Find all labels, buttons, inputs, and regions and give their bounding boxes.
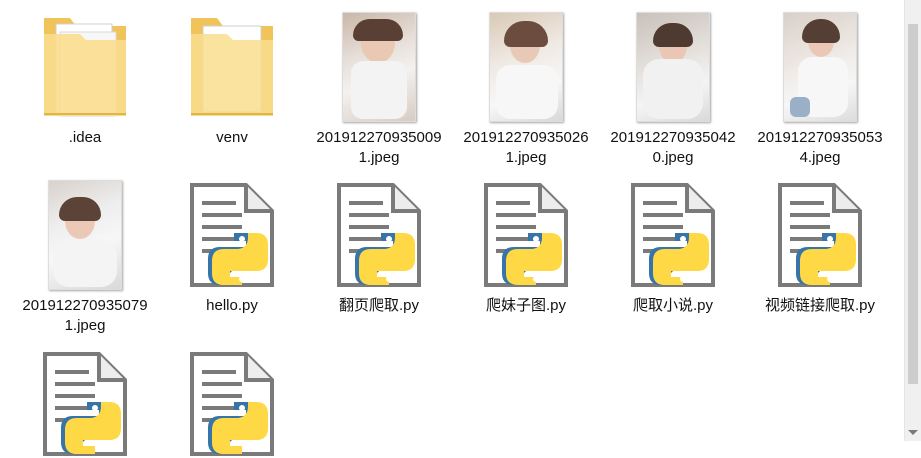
scrollbar-thumb[interactable] [908, 24, 918, 384]
image-thumbnail [314, 12, 444, 122]
file-name: 2019122709350791.jpeg [22, 297, 148, 334]
file-item[interactable]: 2019122709350420.jpeg [608, 8, 738, 168]
file-item[interactable]: 2019122709350091.jpeg [314, 8, 444, 168]
scroll-down-arrow-icon[interactable] [908, 430, 918, 435]
vertical-scrollbar[interactable] [904, 0, 921, 441]
file-item[interactable]: 2019122709350261.jpeg [461, 8, 591, 168]
image-thumbnail [20, 180, 150, 290]
file-name: 爬取小说.py [632, 297, 713, 314]
file-grid: .idea venv 2019122709350091.jpeg 2019122… [0, 0, 905, 456]
file-item[interactable] [167, 346, 297, 456]
python-file-icon [314, 180, 444, 290]
file-name: 爬妹子图.py [485, 297, 566, 314]
python-file-icon [20, 350, 150, 458]
file-name: venv [216, 129, 248, 146]
file-name: 2019122709350420.jpeg [610, 129, 736, 166]
file-name: 翻页爬取.py [338, 297, 419, 314]
python-file-icon [608, 180, 738, 290]
python-file-icon [755, 180, 885, 290]
file-item[interactable]: 视频链接爬取.py [755, 176, 885, 336]
file-item[interactable]: hello.py [167, 176, 297, 336]
file-name: 视频链接爬取.py [764, 297, 875, 314]
file-name: .idea [68, 129, 102, 146]
file-item[interactable] [20, 346, 150, 456]
folder-icon [167, 12, 297, 122]
file-item[interactable]: 翻页爬取.py [314, 176, 444, 336]
python-file-icon [461, 180, 591, 290]
image-thumbnail [461, 12, 591, 122]
file-item[interactable]: 爬妹子图.py [461, 176, 591, 336]
file-item[interactable]: venv [167, 8, 297, 168]
file-item[interactable]: 2019122709350791.jpeg [20, 176, 150, 336]
file-item[interactable]: 2019122709350534.jpeg [755, 8, 885, 168]
file-name: 2019122709350261.jpeg [463, 129, 589, 166]
file-item[interactable]: 爬取小说.py [608, 176, 738, 336]
file-name: 2019122709350534.jpeg [757, 129, 883, 166]
file-item[interactable]: .idea [20, 8, 150, 168]
file-name: hello.py [206, 297, 258, 314]
python-file-icon [167, 350, 297, 458]
file-name: 2019122709350091.jpeg [316, 129, 442, 166]
image-thumbnail [608, 12, 738, 122]
folder-icon [20, 12, 150, 122]
python-file-icon [167, 180, 297, 290]
image-thumbnail [755, 12, 885, 122]
